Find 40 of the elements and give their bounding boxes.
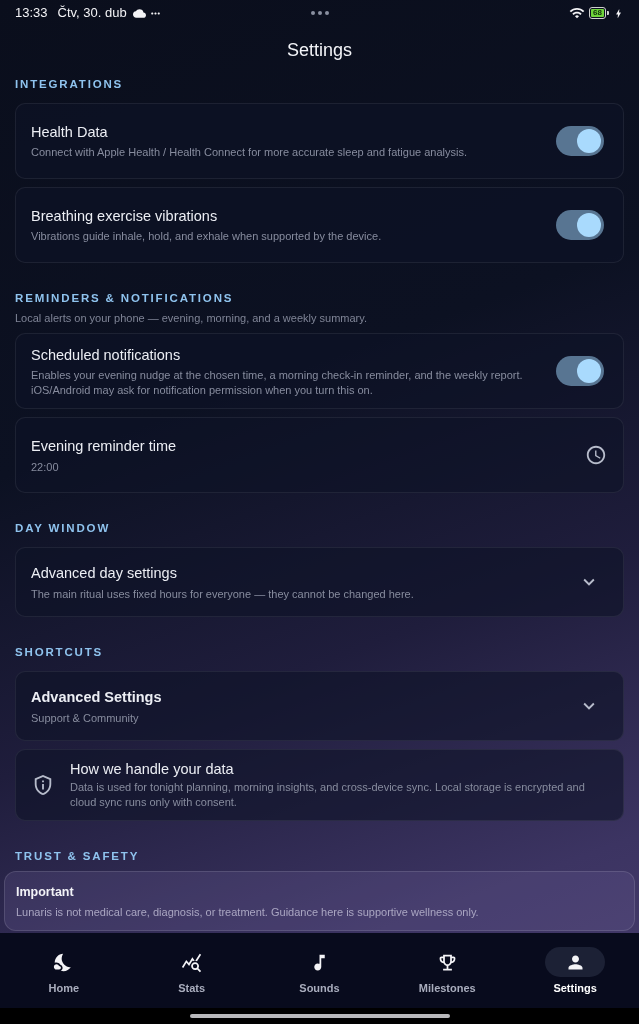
nav-tab[interactable]: Settings <box>511 933 639 1008</box>
section-heading: DAY WINDOW <box>15 521 112 536</box>
section-subtitle: Local alerts on your phone — evening, morning, and a weekly summary. <box>15 311 368 325</box>
section-heading: INTEGRATIONS <box>15 77 125 92</box>
status-date: Čtv, 30. dub <box>57 4 127 23</box>
nav-tab[interactable]: Stats <box>127 933 256 1008</box>
shield-info-icon <box>32 774 54 796</box>
section-heading: REMINDERS & NOTIFICATIONS <box>15 291 235 306</box>
cloud-icon <box>132 6 146 20</box>
wifi-icon <box>569 5 586 21</box>
battery-indicator: 68 <box>589 7 609 19</box>
clock-icon[interactable] <box>585 444 607 466</box>
setting-description: Support & Community <box>31 710 140 726</box>
section-heading: SHORTCUTS <box>15 645 105 660</box>
notice-text: Lunaris is not medical care, diagnosis, or treatment. Guidance here is supportive wellness only. <box>16 905 480 920</box>
status-time: 13:33 <box>15 4 48 23</box>
setting-title: Evening reminder time <box>31 436 178 456</box>
toggle-switch[interactable] <box>556 356 604 386</box>
setting-description: Data is used for tonight planning, morning insights, and cross-device sync. Local storage is encrypted and cloud sync runs only with consent. <box>70 780 586 810</box>
nav-tab[interactable]: Sounds <box>255 933 384 1008</box>
nav-tab[interactable]: Home <box>0 933 128 1008</box>
setting-description: Connect with Apple Health / Health Connect for more accurate sleep and fatigue analysis. <box>31 145 468 160</box>
setting-description: The main ritual uses fixed hours for everyone — they cannot be changed here. <box>31 586 415 602</box>
setting-title: Advanced Settings <box>31 687 163 707</box>
setting-description: Vibrations guide inhale, hold, and exhale when supported by the device. <box>31 229 383 244</box>
setting-title: Breathing exercise vibrations <box>31 207 219 226</box>
setting-title: Health Data <box>31 123 109 142</box>
more-icon <box>311 11 329 15</box>
notice-title: Important <box>16 884 75 900</box>
nav-tab[interactable]: Milestones <box>383 933 512 1008</box>
setting-title: Advanced day settings <box>31 563 178 583</box>
person-icon <box>545 947 606 977</box>
toggle-switch[interactable] <box>556 210 604 240</box>
section-heading: TRUST & SAFETY <box>15 849 141 864</box>
setting-title: Scheduled notifications <box>31 345 182 365</box>
time-value[interactable]: 22:00 <box>31 459 569 475</box>
info-title: How we handle your data <box>70 760 235 779</box>
setting-description: Enables your evening nudge at the chosen time, a morning check-in reminder, and the weekly report. iOS/Android may ask for notification permission when you turn this on. <box>31 367 524 398</box>
page-title: Settings <box>286 38 352 62</box>
toggle-switch[interactable] <box>556 126 604 156</box>
